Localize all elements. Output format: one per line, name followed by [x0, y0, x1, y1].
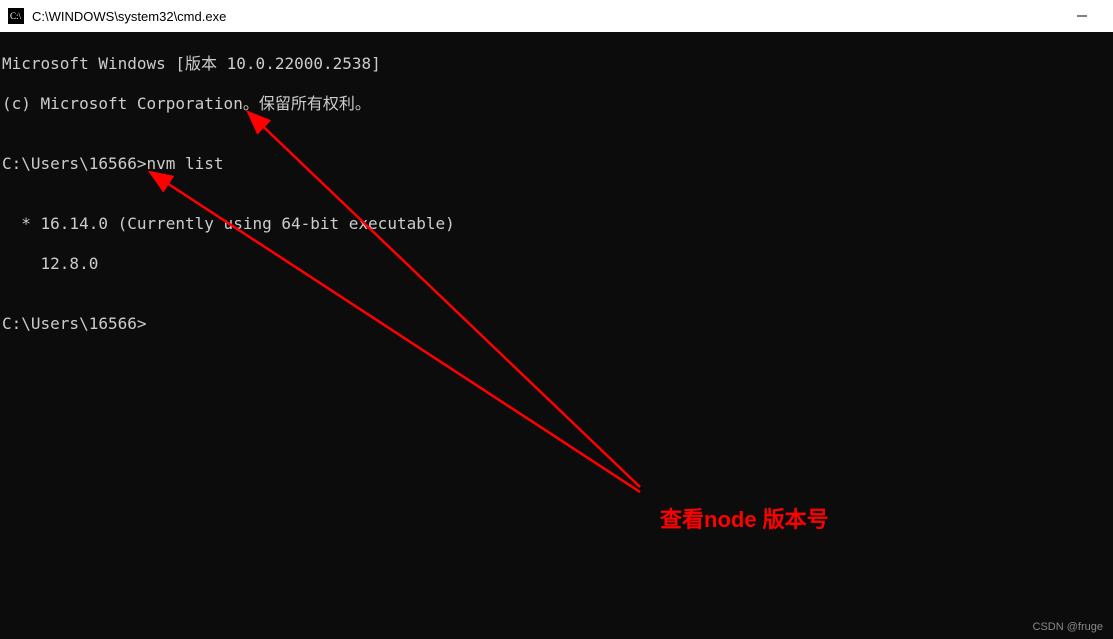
window-title: C:\WINDOWS\system32\cmd.exe [32, 9, 1059, 24]
watermark: CSDN @fruge [1033, 621, 1103, 635]
terminal-area[interactable]: Microsoft Windows [版本 10.0.22000.2538] (… [0, 32, 1113, 639]
nvm-list-item-1: * 16.14.0 (Currently using 64-bit execut… [2, 214, 1111, 234]
prompt-line-1: C:\Users\16566>nvm list [2, 154, 1111, 174]
prompt-path-1: C:\Users\16566> [2, 154, 147, 173]
svg-text:C:\: C:\ [10, 11, 22, 21]
nvm-list-item-2: 12.8.0 [2, 254, 1111, 274]
annotation-arrows [0, 32, 1113, 639]
annotation-label: 查看node 版本号 [660, 506, 829, 534]
cmd-icon: C:\ [8, 8, 24, 24]
cmd-window: C:\ C:\WINDOWS\system32\cmd.exe Microsof… [0, 0, 1113, 639]
prompt-line-2: C:\Users\16566> [2, 314, 1111, 334]
header-line-2: (c) Microsoft Corporation。保留所有权利。 [2, 94, 1111, 114]
window-controls [1059, 0, 1105, 32]
header-line-1: Microsoft Windows [版本 10.0.22000.2538] [2, 54, 1111, 74]
titlebar[interactable]: C:\ C:\WINDOWS\system32\cmd.exe [0, 0, 1113, 32]
prompt-path-2: C:\Users\16566> [2, 314, 147, 333]
command-1: nvm list [147, 154, 224, 173]
minimize-button[interactable] [1059, 0, 1105, 32]
